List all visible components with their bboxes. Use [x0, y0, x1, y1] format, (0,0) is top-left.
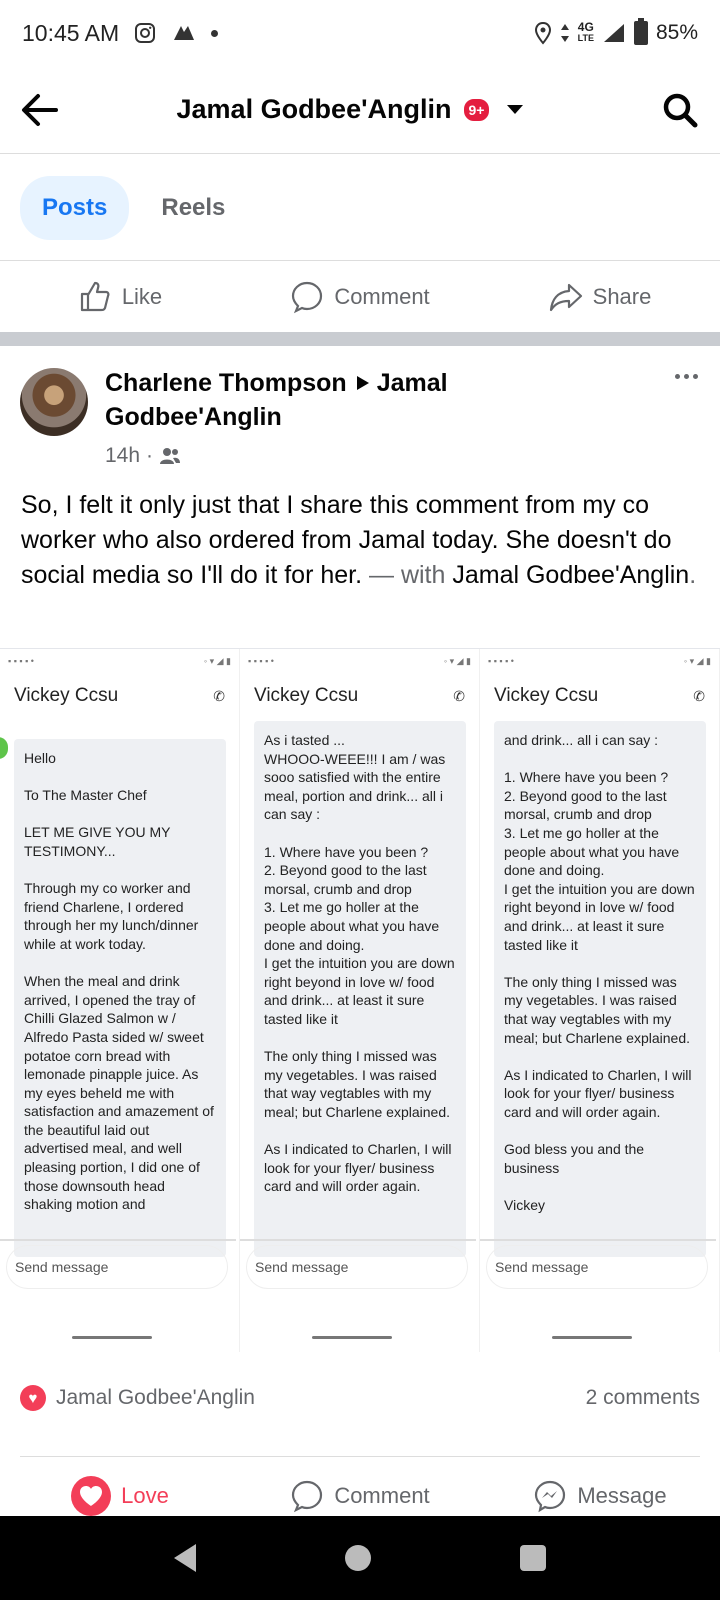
share-label: Share: [592, 284, 652, 309]
post-meta: 14h ·: [105, 444, 181, 468]
reactions-summary: ♥ Jamal Godbee'Anglin 2 comments: [20, 1376, 700, 1420]
page-title: Jamal Godbee'Anglin: [176, 94, 452, 124]
notification-badge: 9+: [461, 96, 492, 123]
tab-reels[interactable]: Reels: [139, 176, 247, 240]
battery-icon: [633, 18, 648, 45]
post-text: So, I felt it only just that I share thi…: [21, 488, 701, 593]
signal-icon: [603, 24, 624, 42]
message-label: Message: [577, 1483, 667, 1508]
friends-audience-icon: [160, 448, 181, 464]
top-action-bar: Like Comment Share: [0, 262, 720, 332]
message-bubble: Hello To The Master Chef LET ME GIVE YOU…: [14, 739, 226, 1257]
shot-divider: [480, 1239, 716, 1241]
screenshot-1: ▪ ▪ ▪ ▪ • ◦ ▾ ◢ ▮ Vickey Ccsu ✆ Hello To T…: [0, 649, 240, 1352]
meta-dot: ·: [146, 444, 154, 467]
message-bubble: As i tasted ... WHOOO-WEEE!!! I am / was…: [254, 721, 466, 1257]
send-message-field: Send message: [486, 1245, 708, 1289]
more-options-button[interactable]: [675, 374, 698, 379]
data-arrows-icon: [560, 24, 569, 42]
share-button[interactable]: Share: [480, 282, 720, 312]
love-label: Love: [121, 1483, 169, 1508]
shot-contact-header: Vickey Ccsu ✆: [0, 673, 239, 719]
comment-label: Comment: [334, 284, 430, 309]
nav-back-icon[interactable]: [174, 1544, 197, 1572]
author-name[interactable]: Charlene Thompson: [105, 369, 347, 397]
post-header: Charlene Thompson Jamal Godbee'Anglin 14h…: [20, 366, 710, 476]
arrow-left-icon: [22, 93, 58, 126]
send-message-field: Send message: [6, 1245, 228, 1289]
reactor-name[interactable]: Jamal Godbee'Anglin: [56, 1386, 255, 1410]
shot-status-bar: ▪ ▪ ▪ ▪ • ◦ ▾ ◢ ▮: [248, 655, 471, 667]
comment-label: Comment: [334, 1483, 430, 1508]
like-button[interactable]: Like: [0, 280, 240, 314]
post-author-line: Charlene Thompson Jamal Godbee'Anglin: [105, 366, 525, 434]
shot-status-bar: ▪ ▪ ▪ ▪ • ◦ ▾ ◢ ▮: [488, 655, 711, 667]
shot-home-indicator: [312, 1336, 392, 1339]
instagram-icon: [135, 23, 156, 43]
comment-icon: [292, 281, 323, 314]
profile-tabs: Posts Reels: [0, 155, 720, 261]
chevron-down-icon: [507, 105, 524, 114]
contact-name: Vickey Ccsu: [14, 685, 119, 706]
back-button[interactable]: [0, 92, 80, 128]
post-time[interactable]: 14h: [105, 444, 140, 468]
app-notification-icon: [174, 26, 195, 40]
love-reaction-icon: ♥: [20, 1385, 46, 1411]
like-label: Like: [121, 284, 163, 309]
send-message-field: Send message: [246, 1245, 468, 1289]
love-button[interactable]: Love: [0, 1476, 240, 1516]
status-bar: 10:45 AM 4G LTE 85%: [0, 0, 720, 66]
tab-posts[interactable]: Posts: [20, 175, 130, 240]
system-nav-bar: [0, 1516, 720, 1600]
shot-status-bar: ▪ ▪ ▪ ▪ • ◦ ▾ ◢ ▮: [8, 655, 231, 667]
notification-dot-icon: [211, 29, 219, 37]
comment-button[interactable]: Comment: [240, 1479, 480, 1513]
contact-name: Vickey Ccsu: [494, 685, 599, 706]
shot-divider: [240, 1239, 476, 1241]
profile-switcher[interactable]: Jamal Godbee'Anglin 9+: [80, 94, 640, 125]
section-divider: [0, 332, 720, 346]
with-end: .: [689, 561, 697, 589]
location-icon: [534, 21, 551, 45]
summary-divider: [20, 1456, 700, 1457]
thumbs-up-icon: [80, 281, 110, 312]
phone-icon: ✆: [213, 687, 225, 704]
shot-home-indicator: [72, 1336, 152, 1339]
tagged-name[interactable]: Jamal Godbee'Anglin: [452, 561, 689, 589]
status-time: 10:45 AM: [22, 19, 120, 46]
comment-button[interactable]: Comment: [240, 280, 480, 314]
phone-icon: ✆: [693, 687, 705, 704]
message-bubble: and drink... all i can say : 1. Where ha…: [494, 721, 706, 1257]
phone-icon: ✆: [453, 687, 465, 704]
post-image[interactable]: ▪ ▪ ▪ ▪ • ◦ ▾ ◢ ▮ Vickey Ccsu ✆ Hello To T…: [0, 648, 720, 1352]
comment-count[interactable]: 2 comments: [586, 1386, 700, 1410]
shot-contact-header: Vickey Ccsu ✆: [240, 673, 479, 719]
search-button[interactable]: [640, 91, 720, 129]
message-button[interactable]: Message: [480, 1479, 720, 1513]
arrow-right-icon: [356, 376, 369, 391]
heart-icon: [71, 1476, 112, 1516]
page-header: Jamal Godbee'Anglin 9+: [0, 66, 720, 154]
more-dots-icon: [675, 374, 680, 379]
screenshot-3: ▪ ▪ ▪ ▪ • ◦ ▾ ◢ ▮ Vickey Ccsu ✆ and drink.…: [480, 649, 720, 1352]
battery-level: 85%: [655, 21, 698, 44]
shot-divider: [0, 1239, 236, 1241]
shot-home-indicator: [552, 1336, 632, 1339]
nav-recents-icon[interactable]: [519, 1545, 546, 1571]
screenshot-2: ▪ ▪ ▪ ▪ • ◦ ▾ ◢ ▮ Vickey Ccsu ✆ As i taste…: [240, 649, 480, 1352]
with-separator: — with: [362, 561, 453, 589]
share-icon: [549, 283, 582, 312]
avatar[interactable]: [20, 368, 88, 436]
contact-name: Vickey Ccsu: [254, 685, 359, 706]
shot-contact-header: Vickey Ccsu ✆: [480, 673, 719, 719]
search-icon: [663, 93, 698, 127]
online-indicator: [0, 737, 8, 759]
comment-icon: [292, 1480, 323, 1513]
network-type: 4G LTE: [577, 20, 594, 43]
messenger-icon: [535, 1480, 566, 1513]
nav-home-icon[interactable]: [344, 1545, 371, 1571]
